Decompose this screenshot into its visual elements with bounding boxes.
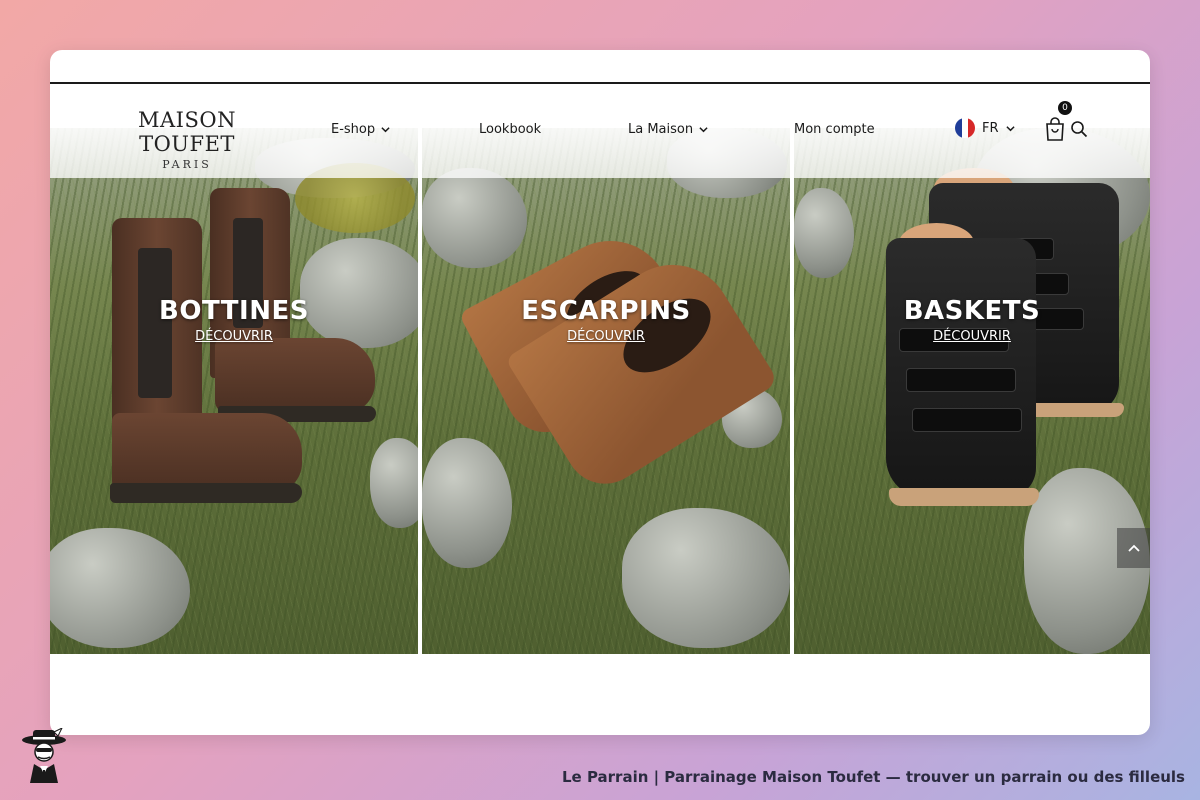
- panel-title-escarpins: ESCARPINS: [521, 296, 691, 326]
- cart-count-badge: 0: [1058, 101, 1072, 115]
- discover-link-baskets[interactable]: DÉCOUVRIR: [794, 329, 1150, 344]
- brand-logo[interactable]: MAISON TOUFET PARIS: [102, 108, 272, 171]
- chevron-down-icon: [699, 127, 708, 133]
- nav-eshop[interactable]: E-shop: [331, 122, 390, 137]
- nav-lookbook[interactable]: Lookbook: [479, 122, 541, 137]
- french-flag-icon: [955, 118, 975, 138]
- search-icon[interactable]: [1070, 120, 1088, 138]
- nav-la-maison-label: La Maison: [628, 122, 694, 137]
- scroll-to-top-button[interactable]: [1117, 528, 1150, 568]
- baskets-photo: [794, 128, 1150, 654]
- bottines-photo: [50, 128, 418, 654]
- hero-panels: BOTTINES DÉCOUVRIR ESCARPINS DÉCOUVRIR B…: [50, 128, 1150, 654]
- nav-mon-compte[interactable]: Mon compte: [794, 122, 875, 137]
- chevron-down-icon: [381, 127, 390, 133]
- nav-lookbook-label: Lookbook: [479, 122, 542, 137]
- panel-baskets[interactable]: BASKETS DÉCOUVRIR: [794, 128, 1150, 654]
- brand-name: MAISON TOUFET: [138, 108, 236, 156]
- panel-bottines[interactable]: BOTTINES DÉCOUVRIR: [50, 128, 418, 654]
- site-header: MAISON TOUFET PARIS E-shop Lookbook La M…: [50, 84, 1150, 178]
- mascot-icon: [22, 728, 66, 783]
- panel-title-bottines: BOTTINES: [159, 296, 309, 326]
- nav-la-maison[interactable]: La Maison: [628, 122, 708, 137]
- language-code: FR: [982, 120, 999, 136]
- nav-mon-compte-label: Mon compte: [794, 122, 875, 137]
- chevron-down-icon: [1005, 125, 1015, 131]
- footer-caption: Le Parrain | Parrainage Maison Toufet — …: [561, 768, 1185, 786]
- escarpins-photo: [422, 128, 790, 654]
- discover-link-bottines[interactable]: DÉCOUVRIR: [50, 329, 418, 344]
- language-selector[interactable]: FR: [955, 118, 1015, 138]
- nav-eshop-label: E-shop: [331, 122, 376, 137]
- discover-link-escarpins[interactable]: DÉCOUVRIR: [422, 329, 790, 344]
- panel-title-baskets: BASKETS: [903, 296, 1041, 326]
- cart-icon[interactable]: [1044, 116, 1066, 142]
- panel-escarpins[interactable]: ESCARPINS DÉCOUVRIR: [422, 128, 790, 654]
- browser-frame: BOTTINES DÉCOUVRIR ESCARPINS DÉCOUVRIR B…: [50, 50, 1150, 735]
- brand-city: PARIS: [162, 158, 212, 171]
- chevron-up-icon: [1127, 544, 1140, 552]
